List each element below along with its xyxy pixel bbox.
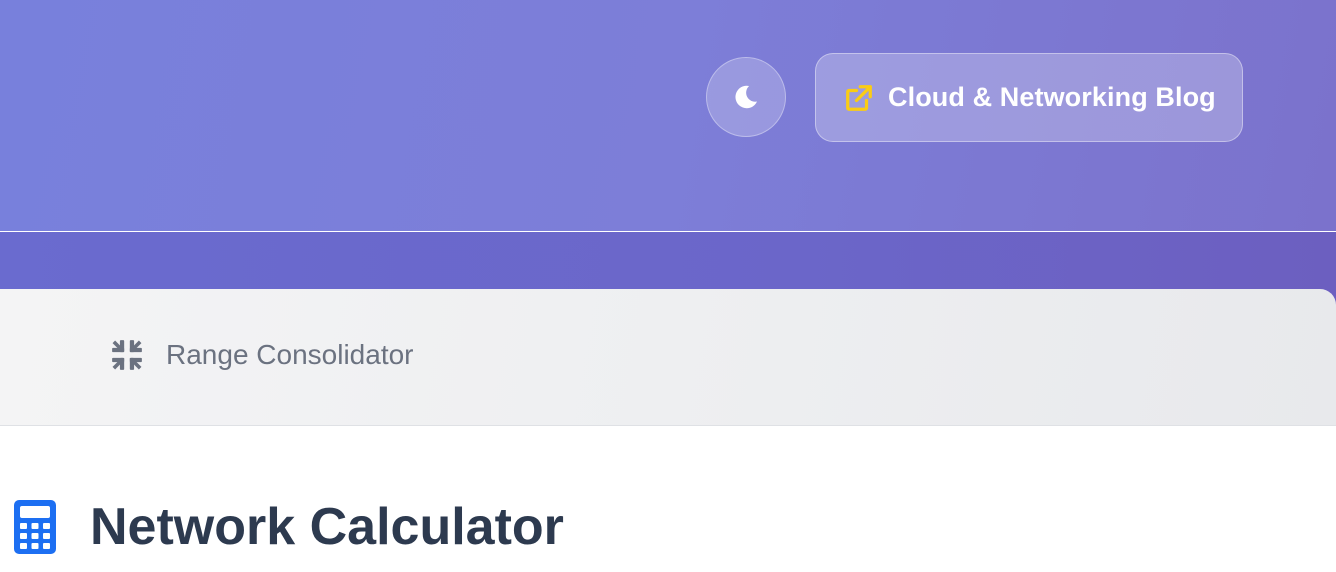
page-title: Network Calculator: [90, 498, 564, 556]
app-header: Cloud & Networking Blog: [0, 0, 1336, 231]
external-link-icon: [846, 84, 872, 111]
blog-link-label: Cloud & Networking Blog: [888, 82, 1216, 112]
tab-range-consolidator[interactable]: Range Consolidator: [110, 325, 414, 385]
compress-arrows-icon: [112, 340, 142, 370]
calculator-icon: [14, 500, 56, 554]
blog-link-button[interactable]: Cloud & Networking Blog: [815, 53, 1243, 142]
moon-icon: [735, 85, 757, 109]
tab-bar: Range Consolidator: [0, 289, 1336, 426]
tab-label: Range Consolidator: [166, 339, 414, 370]
page-heading: Network Calculator: [14, 492, 564, 562]
theme-toggle-button[interactable]: [706, 57, 786, 137]
